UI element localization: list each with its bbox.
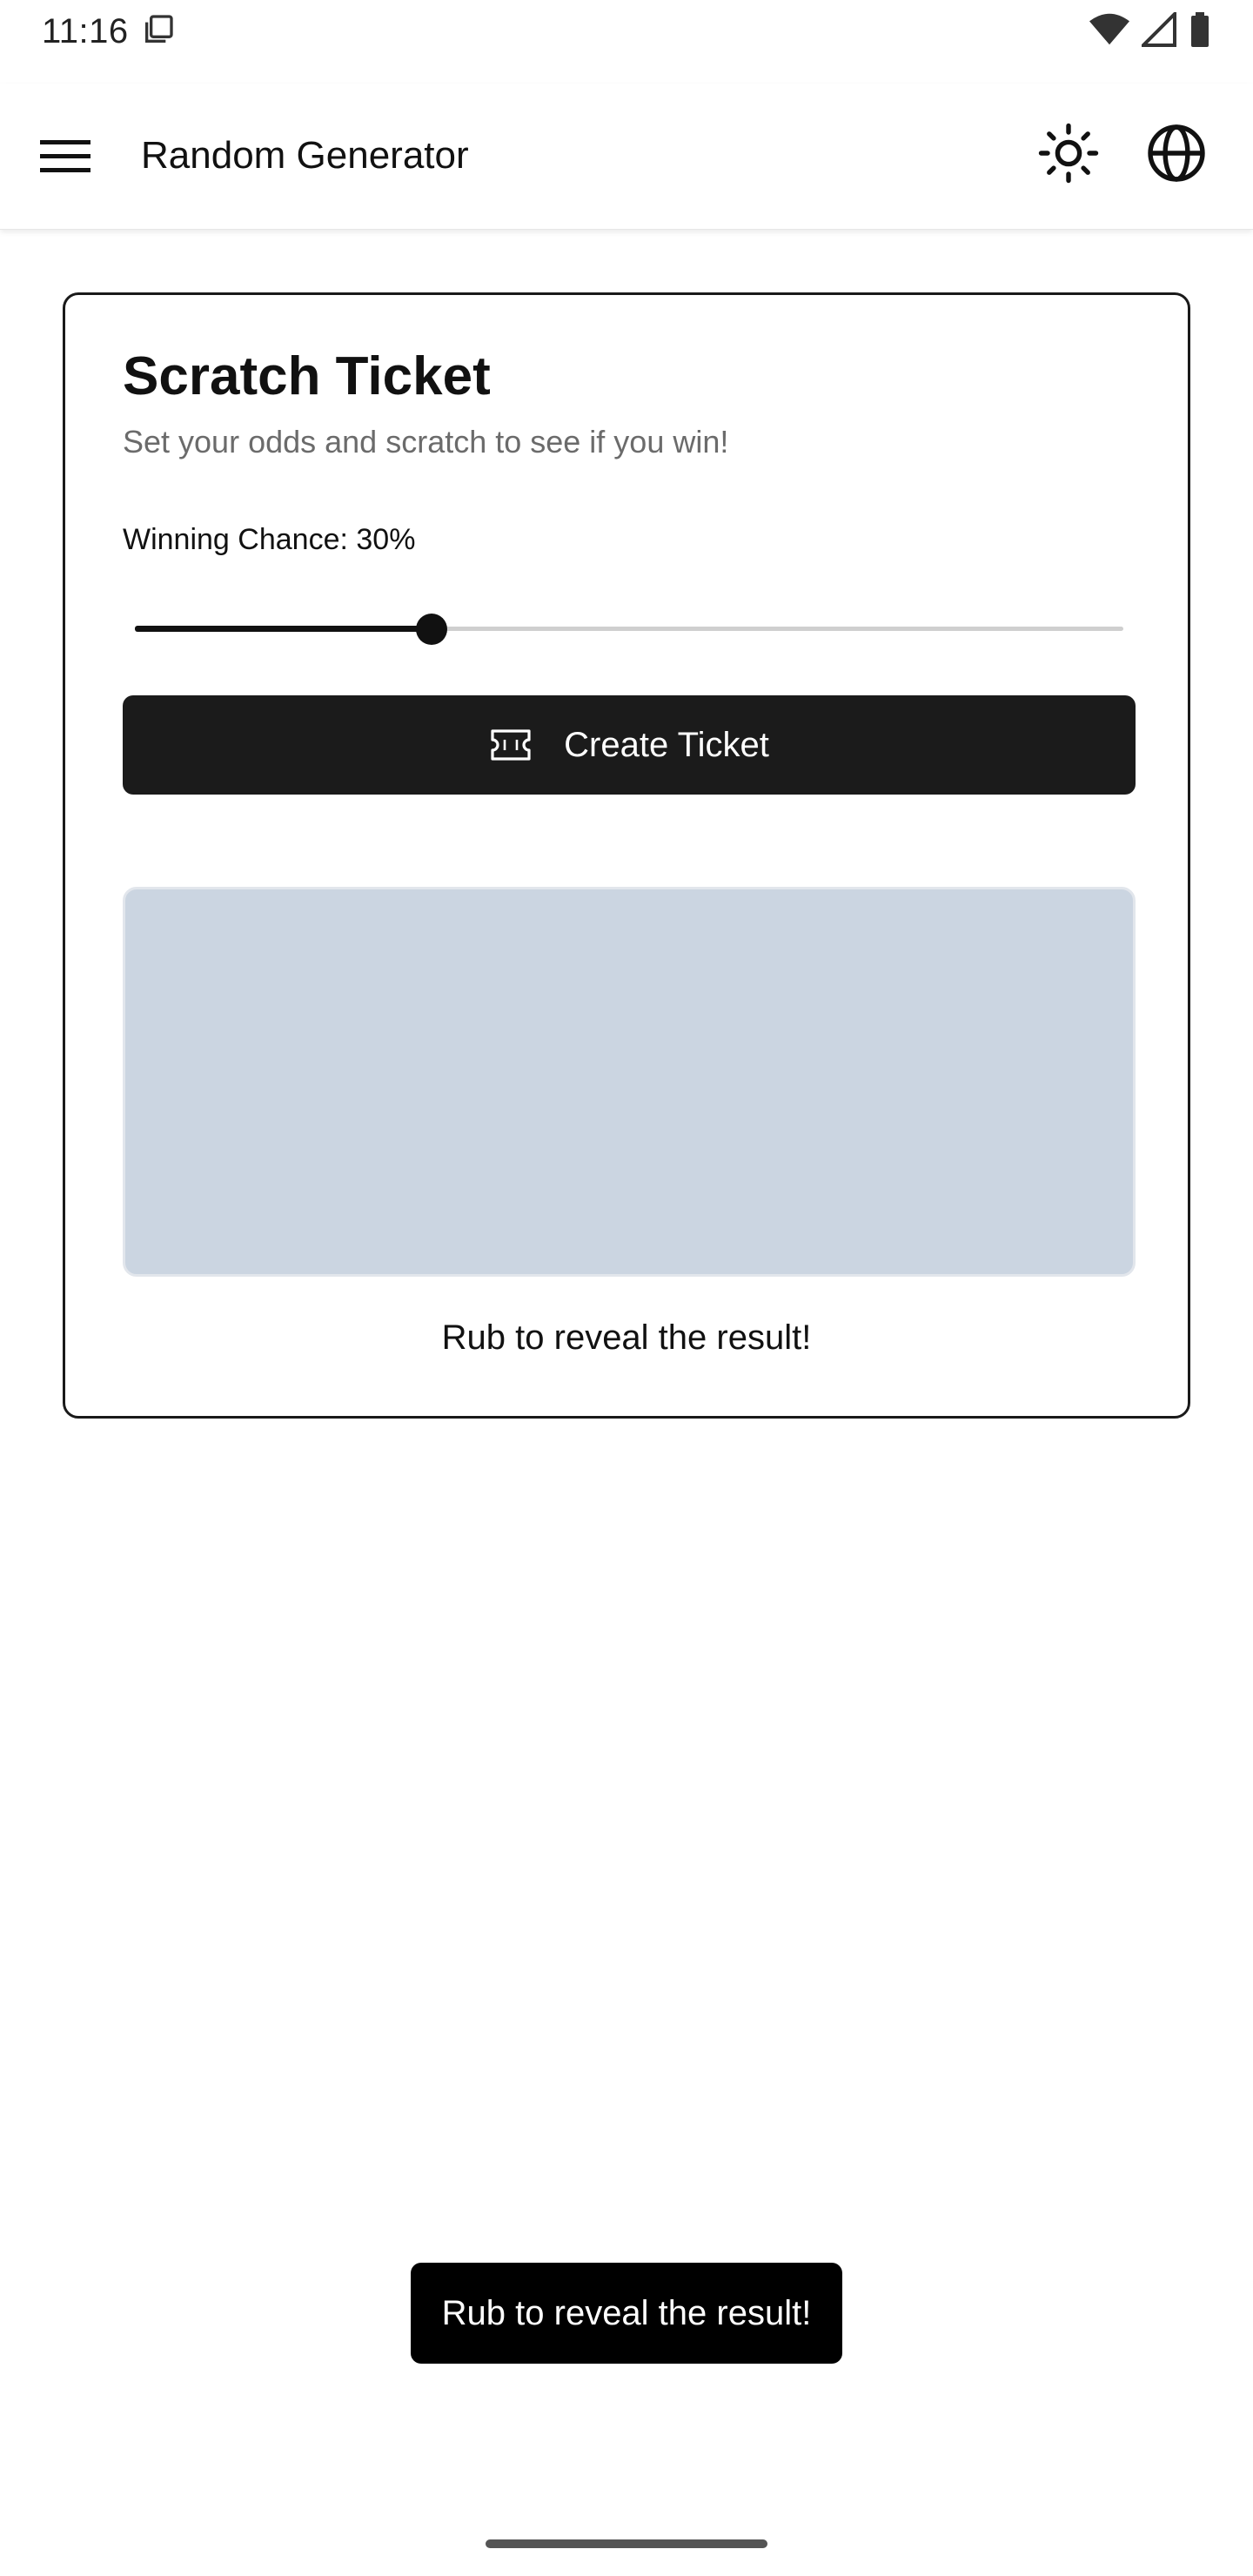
status-left: 11:16 [42,12,176,51]
screen-copy-icon [141,12,176,51]
scratch-area[interactable] [123,887,1136,1277]
home-indicator[interactable] [486,2539,767,2548]
app-bar: Random Generator [0,84,1253,230]
toast-text: Rub to reveal the result! [441,2293,812,2332]
battery-icon [1189,11,1211,51]
card-title: Scratch Ticket [123,346,491,406]
globe-icon [1148,124,1205,182]
slider-track-fill [135,626,432,632]
create-ticket-button[interactable]: Create Ticket [123,695,1136,795]
reveal-hint: Rub to reveal the result! [441,1318,812,1357]
winning-chance-slider[interactable] [135,603,1123,655]
create-ticket-label: Create Ticket [564,725,769,764]
ticket-icon [491,729,531,761]
menu-button[interactable] [35,124,96,190]
sun-icon [1038,123,1099,184]
theme-toggle-button[interactable] [1032,117,1105,190]
status-time: 11:16 [42,11,129,50]
menu-icon [40,140,90,172]
language-button[interactable] [1140,117,1213,190]
cell-signal-icon [1139,9,1176,51]
winning-chance-value: 30% [356,523,416,556]
status-bar: 11:16 [0,0,1253,63]
slider-thumb[interactable] [415,614,447,645]
screen: 11:16 Random Generator Scratch Ticket Se… [0,0,1253,2576]
status-right [1089,9,1211,51]
winning-chance-label: Winning Chance: 30% [123,523,415,557]
winning-chance-text: Winning Chance: [123,523,348,556]
scratch-ticket-card: Scratch Ticket Set your odds and scratch… [63,292,1190,1419]
toast-message: Rub to reveal the result! [411,2263,842,2364]
app-title: Random Generator [141,134,469,177]
card-subtitle: Set your odds and scratch to see if you … [123,424,729,460]
wifi-icon [1089,12,1129,51]
